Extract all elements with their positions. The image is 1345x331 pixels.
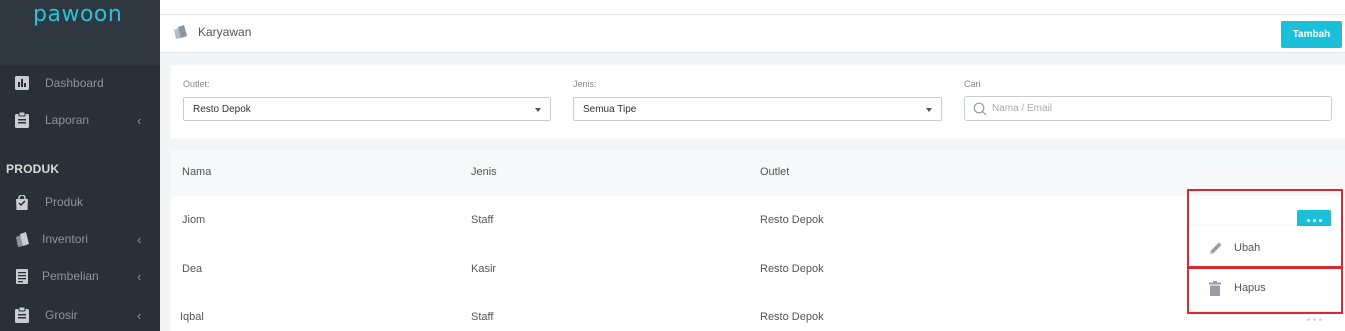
cell-outlet: Resto Depok: [760, 311, 824, 323]
outlet-filter-label: Outlet:: [183, 79, 210, 89]
type-select-value: Semua Tipe: [583, 103, 637, 115]
cell-outlet: Resto Depok: [760, 214, 824, 226]
sidebar-item-produk[interactable]: Produk: [0, 188, 160, 216]
trash-icon: [1209, 281, 1221, 299]
column-header-outlet[interactable]: Outlet: [760, 166, 789, 178]
employee-table: Nama Jenis Outlet Jiom Staff Resto Depok…: [171, 150, 1345, 331]
sidebar-item-label: Inventori: [42, 232, 89, 246]
top-bar: [160, 0, 1345, 15]
dot: [1312, 218, 1316, 222]
sidebar-item-label: Laporan: [45, 113, 90, 127]
cell-name: Jiom: [182, 214, 206, 226]
sidebar-item-dashboard[interactable]: Dashboard: [0, 69, 160, 97]
add-employee-button[interactable]: Tambah: [1281, 21, 1342, 48]
clipboard-icon: [14, 307, 30, 323]
sidebar-item-label: Grosir: [45, 308, 78, 322]
chart-icon: [14, 75, 30, 91]
page-title: Karyawan: [198, 25, 252, 39]
row-actions-button[interactable]: [1297, 312, 1331, 326]
cell-outlet: Resto Depok: [760, 263, 824, 275]
type-select[interactable]: Semua Tipe: [573, 97, 942, 121]
sidebar-item-laporan[interactable]: Laporan ‹: [0, 106, 160, 134]
search-label: Cari: [964, 79, 981, 89]
bag-icon: [14, 194, 30, 210]
clipboard-icon: [14, 112, 30, 128]
dot: [1306, 317, 1310, 321]
column-header-type[interactable]: Jenis: [471, 166, 497, 178]
table-row[interactable]: Iqbal Staff Resto Depok: [171, 294, 1345, 331]
outlet-select-value: Resto Depok: [193, 103, 251, 115]
outlet-select[interactable]: Resto Depok: [183, 97, 551, 121]
search-placeholder: Nama / Email: [992, 103, 1053, 114]
menu-item-delete[interactable]: Hapus: [1189, 268, 1341, 308]
page-header: Karyawan Tambah: [160, 15, 1345, 53]
menu-item-edit[interactable]: Ubah: [1189, 228, 1341, 268]
table-row[interactable]: Jiom Staff Resto Depok: [171, 196, 1345, 245]
sidebar: pawoon Dashboard Laporan ‹ PRODUK Produk…: [0, 0, 160, 331]
document-icon: [14, 268, 30, 284]
sidebar-item-label: Dashboard: [45, 76, 104, 90]
filter-panel: Outlet: Resto Depok Jenis: Semua Tipe Ca…: [171, 65, 1345, 139]
search-input[interactable]: Nama / Email: [964, 96, 1332, 121]
menu-item-label: Ubah: [1234, 242, 1261, 254]
chevron-left-icon: ‹: [137, 112, 142, 128]
column-header-name[interactable]: Nama: [182, 166, 211, 178]
dot: [1312, 317, 1316, 321]
boxes-icon: [14, 231, 30, 247]
sidebar-item-label: Produk: [45, 195, 84, 209]
sidebar-item-grosir[interactable]: Grosir ‹: [0, 301, 160, 329]
sidebar-item-inventori[interactable]: Inventori ‹: [0, 225, 160, 253]
sidebar-section-title: PRODUK: [6, 162, 60, 176]
table-row[interactable]: Dea Kasir Resto Depok: [171, 245, 1345, 294]
sidebar-item-label: Pembelian: [42, 269, 99, 283]
type-filter-label: Jenis:: [573, 79, 597, 89]
cell-type: Kasir: [471, 263, 497, 275]
chevron-left-icon: ‹: [137, 268, 142, 284]
boxes-icon: [172, 25, 188, 44]
row-actions-menu: Ubah Hapus: [1189, 226, 1341, 311]
table-header: Nama Jenis Outlet: [171, 150, 1345, 196]
caret-down-icon: [926, 108, 932, 112]
sidebar-item-pembelian[interactable]: Pembelian ‹: [0, 262, 160, 290]
search-icon: [973, 102, 987, 119]
dot: [1318, 317, 1322, 321]
dot: [1306, 218, 1310, 222]
caret-down-icon: [535, 108, 541, 112]
cell-type: Staff: [471, 214, 494, 226]
cell-name: Dea: [182, 263, 203, 275]
pawoon-logo[interactable]: pawoon: [33, 2, 122, 27]
dot: [1318, 218, 1322, 222]
pencil-icon: [1209, 241, 1223, 258]
cell-name: Iqbal: [180, 311, 204, 323]
chevron-left-icon: ‹: [137, 307, 142, 323]
cell-type: Staff: [471, 311, 494, 323]
menu-item-label: Hapus: [1234, 282, 1266, 294]
chevron-left-icon: ‹: [137, 231, 142, 247]
sidebar-header: pawoon: [0, 0, 160, 65]
